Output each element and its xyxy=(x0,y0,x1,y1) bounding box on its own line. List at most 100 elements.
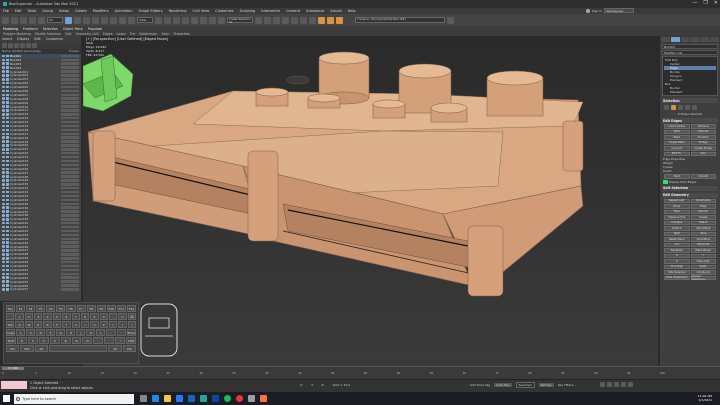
workspace-dropdown[interactable]: Workspaces: Default xyxy=(604,8,634,17)
keyboard-key[interactable]: \ xyxy=(127,321,137,328)
command-panel-button[interactable]: Hide Unselected xyxy=(664,275,690,280)
command-panel-button[interactable]: Collapse xyxy=(664,220,690,225)
visibility-eye-icon[interactable] xyxy=(2,206,5,209)
play-icon[interactable] xyxy=(614,382,619,387)
frozen-state-cell[interactable] xyxy=(61,148,79,151)
frozen-state-cell[interactable] xyxy=(61,167,79,171)
select-and-manipulate-icon[interactable] xyxy=(164,16,171,24)
minimize-button[interactable]: — xyxy=(692,0,697,6)
maxscript-listener-mini[interactable] xyxy=(1,381,27,389)
visibility-eye-icon[interactable] xyxy=(2,54,5,58)
frozen-state-cell[interactable] xyxy=(61,120,79,124)
command-panel-button[interactable]: Split xyxy=(664,231,690,236)
render-setup-icon[interactable] xyxy=(318,16,325,24)
keyboard-key[interactable]: ; xyxy=(106,329,116,336)
keyboard-key[interactable]: - xyxy=(108,313,118,320)
render-production-icon[interactable] xyxy=(336,16,343,24)
frozen-state-cell[interactable] xyxy=(61,179,79,182)
visibility-eye-icon[interactable] xyxy=(2,85,5,89)
visibility-eye-icon[interactable] xyxy=(2,120,5,124)
visibility-eye-icon[interactable] xyxy=(2,183,5,186)
command-panel-button[interactable]: Y xyxy=(690,253,716,258)
keyboard-key[interactable]: 9 xyxy=(90,313,99,320)
menu-rendering[interactable]: Rendering xyxy=(169,9,187,13)
menu-file[interactable]: File xyxy=(3,9,9,13)
keyboard-key[interactable]: A xyxy=(16,329,26,336)
visibility-eye-icon[interactable] xyxy=(2,225,5,229)
keyboard-key[interactable] xyxy=(48,345,108,352)
window-crossing-icon[interactable] xyxy=(92,16,99,24)
visibility-eye-icon[interactable] xyxy=(2,78,5,81)
command-panel-button[interactable]: Relax xyxy=(690,264,716,269)
command-panel-button[interactable]: X xyxy=(664,253,690,258)
frozen-state-cell[interactable] xyxy=(61,190,79,194)
frozen-state-cell[interactable] xyxy=(61,206,79,209)
windows-start-icon[interactable] xyxy=(3,395,10,402)
frozen-state-cell[interactable] xyxy=(61,210,79,213)
visibility-eye-icon[interactable] xyxy=(2,280,5,283)
frozen-state-cell[interactable] xyxy=(61,257,79,260)
keyboard-key[interactable]: [ xyxy=(108,321,118,328)
visibility-eye-icon[interactable] xyxy=(2,202,5,206)
frozen-state-cell[interactable] xyxy=(61,58,79,62)
menu-content[interactable]: Content xyxy=(286,9,300,13)
frozen-state-cell[interactable] xyxy=(61,66,79,69)
menu-substance[interactable]: Substance xyxy=(306,9,324,13)
ribbon-tab-populate[interactable]: Populate xyxy=(88,27,102,31)
frozen-state-cell[interactable] xyxy=(61,186,79,190)
keyboard-key[interactable]: , xyxy=(93,337,104,344)
se-menu-edit[interactable]: Edit xyxy=(34,37,40,41)
frozen-state-cell[interactable] xyxy=(61,151,79,155)
frozen-state-cell[interactable] xyxy=(61,245,79,248)
command-panel-button[interactable]: Split xyxy=(664,129,690,134)
keyboard-key[interactable]: Caps xyxy=(6,329,16,336)
mail-icon[interactable] xyxy=(188,395,195,402)
key-filters-button[interactable]: Key Filters... xyxy=(558,383,576,387)
command-panel-button[interactable]: Remove xyxy=(690,124,716,129)
keyboard-key[interactable]: J xyxy=(76,329,86,336)
menu-interactive[interactable]: Interactive xyxy=(261,9,280,13)
keyboard-key[interactable]: . xyxy=(104,337,115,344)
keyboard-key[interactable]: 0 xyxy=(99,313,108,320)
command-panel-button[interactable]: Weld xyxy=(664,135,690,140)
hard-edge-color-swatch[interactable] xyxy=(663,179,668,184)
rectangular-selection-icon[interactable] xyxy=(83,16,90,24)
menu-modifiers[interactable]: Modifiers xyxy=(93,9,109,13)
command-panel-button[interactable]: Edit Tri. xyxy=(664,151,690,156)
z-coordinate-label[interactable]: Z: xyxy=(322,383,325,387)
menu-group[interactable]: Group xyxy=(42,9,53,13)
visibility-eye-icon[interactable] xyxy=(2,144,5,147)
vertex-subobject-icon[interactable] xyxy=(664,105,669,110)
keyboard-key[interactable]: 1 xyxy=(15,313,24,320)
keyboard-key[interactable]: F12 xyxy=(126,305,137,312)
keyboard-key[interactable]: I xyxy=(80,321,90,328)
visibility-eye-icon[interactable] xyxy=(2,159,5,163)
keyboard-key[interactable]: ' xyxy=(116,329,126,336)
menu-customize[interactable]: Customize xyxy=(215,9,233,13)
auto-key-button[interactable]: Auto Key xyxy=(494,383,512,387)
frozen-state-cell[interactable] xyxy=(61,175,79,178)
scene-explorer-toggle-icon[interactable] xyxy=(282,16,289,24)
column-frozen-header[interactable]: Frozen xyxy=(69,49,79,54)
object-name-field[interactable]: Box001 xyxy=(662,44,718,49)
app-icon[interactable] xyxy=(260,395,267,402)
frozen-state-cell[interactable] xyxy=(61,171,79,174)
menu-edit[interactable]: Edit xyxy=(15,9,22,13)
frozen-state-cell[interactable] xyxy=(61,109,79,112)
scale-icon[interactable] xyxy=(119,16,126,24)
visibility-eye-icon[interactable] xyxy=(2,214,5,217)
keyboard-key[interactable]: Win xyxy=(20,345,34,352)
ribbon-tab-object-paint[interactable]: Object Paint xyxy=(63,27,83,31)
align-icon[interactable] xyxy=(264,16,271,24)
keyboard-key[interactable]: R xyxy=(43,321,52,328)
visibility-eye-icon[interactable] xyxy=(2,186,5,190)
keyboard-key[interactable]: F3 xyxy=(36,305,46,312)
command-panel-button[interactable]: Reset Plane xyxy=(664,237,690,242)
angle-snap-icon[interactable] xyxy=(191,16,198,24)
filter-geometry-icon[interactable] xyxy=(2,43,7,48)
keyboard-key[interactable]: Esc xyxy=(6,305,16,312)
go-to-end-icon[interactable] xyxy=(628,382,633,387)
find-icon[interactable] xyxy=(32,43,37,48)
visibility-eye-icon[interactable] xyxy=(2,66,5,69)
command-panel-button[interactable]: Attach xyxy=(690,220,716,225)
